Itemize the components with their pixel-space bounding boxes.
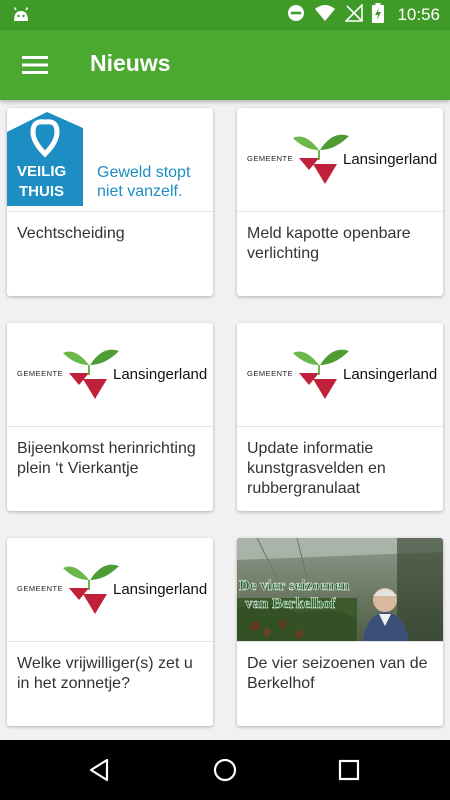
lansingerland-logo: GEMEENTE Lansingerland: [7, 538, 213, 641]
hamburger-menu-icon[interactable]: [15, 47, 55, 83]
no-signal-icon: [344, 2, 364, 27]
thuis-text: THUIS: [19, 183, 64, 200]
news-title: Welke vrijwilliger(s) zet u in het zonne…: [17, 655, 193, 692]
veilig-text: VEILIG: [17, 163, 66, 180]
svg-text:Lansingerland: Lansingerland: [113, 366, 207, 383]
do-not-disturb-icon: [287, 4, 305, 27]
news-card[interactable]: De vier seizoenen van Berkelhof De vier …: [237, 538, 443, 726]
svg-text:GEMEENTE: GEMEENTE: [247, 154, 293, 163]
news-grid: VEILIG THUIS Geweld stopt niet vanzelf. …: [0, 100, 450, 740]
slogan-line-1: Geweld stopt: [97, 164, 191, 181]
veilig-thuis-logo: VEILIG THUIS Geweld stopt niet vanzelf.: [7, 108, 213, 211]
lansingerland-logo: GEMEENTE Lansingerland: [237, 323, 443, 426]
svg-text:Lansingerland: Lansingerland: [343, 151, 437, 168]
lansingerland-logo: GEMEENTE Lansingerland: [7, 323, 213, 426]
news-card[interactable]: GEMEENTE Lansingerland Welke vrijwillige…: [7, 538, 213, 726]
news-card[interactable]: GEMEENTE Lansingerland Update informatie…: [237, 323, 443, 511]
recents-icon[interactable]: [332, 753, 366, 787]
wifi-icon: [314, 4, 336, 27]
back-icon[interactable]: [82, 753, 116, 787]
svg-text:GEMEENTE: GEMEENTE: [17, 369, 63, 378]
lansingerland-logo: GEMEENTE Lansingerland: [237, 108, 443, 211]
app-bar: Nieuws: [0, 30, 450, 100]
news-title: Vechtscheiding: [17, 225, 125, 242]
page-title: Nieuws: [90, 50, 171, 76]
svg-text:De vier seizoenen: De vier seizoenen: [239, 578, 350, 594]
svg-text:GEMEENTE: GEMEENTE: [247, 369, 293, 378]
news-card[interactable]: GEMEENTE Lansingerland Bijeenkomst herin…: [7, 323, 213, 511]
news-title: Meld kapotte openbare verlichting: [247, 225, 411, 262]
status-time: 10:56: [397, 5, 440, 24]
android-icon: [12, 7, 30, 28]
svg-text:GEMEENTE: GEMEENTE: [17, 584, 63, 593]
news-card[interactable]: GEMEENTE Lansingerland Meld kapotte open…: [237, 108, 443, 296]
status-bar: 10:56: [0, 0, 450, 30]
news-title: Bijeenkomst herinrichting plein ‘t Vierk…: [17, 440, 196, 477]
news-title: Update informatie kunstgrasvelden en rub…: [247, 440, 386, 497]
svg-text:van Berkelhof: van Berkelhof: [245, 596, 336, 612]
svg-text:Lansingerland: Lansingerland: [113, 581, 207, 598]
berkelhof-photo: De vier seizoenen van Berkelhof: [237, 538, 443, 641]
battery-charging-icon: [372, 2, 385, 28]
news-title: De vier seizoenen van de Berkelhof: [247, 655, 428, 692]
news-card[interactable]: VEILIG THUIS Geweld stopt niet vanzelf. …: [7, 108, 213, 296]
svg-text:Lansingerland: Lansingerland: [343, 366, 437, 383]
slogan-line-2: niet vanzelf.: [97, 183, 182, 200]
system-nav-bar: [0, 740, 450, 800]
home-icon[interactable]: [208, 753, 242, 787]
